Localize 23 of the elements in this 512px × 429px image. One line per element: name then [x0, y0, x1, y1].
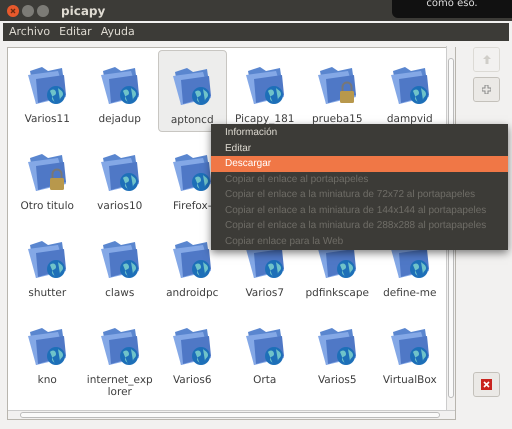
- folder-label: Varios7: [244, 287, 286, 299]
- folder-label: Orta: [252, 374, 278, 386]
- folder-label: VirtualBox: [382, 374, 438, 386]
- window-title: picapy: [61, 2, 106, 20]
- folder-label: aptoncd: [170, 114, 215, 126]
- folder-label: dejadup: [98, 113, 142, 125]
- folder-label: varios10: [96, 200, 144, 212]
- folder-label: dampvid: [386, 113, 434, 125]
- folder-label: kno: [36, 374, 58, 386]
- folder-label: pdfinkscape: [304, 287, 370, 299]
- folder-label: Firefox-: [172, 200, 213, 212]
- folder-label: Picapy_181: [234, 113, 296, 125]
- folder-label: androidpc: [165, 287, 220, 299]
- folder-label: Varios6: [172, 374, 213, 386]
- folder-label: define-me: [382, 287, 438, 299]
- folder-label: Varios5: [316, 374, 358, 386]
- folder-label: shutter: [27, 287, 68, 299]
- folder-label: Varios11: [24, 113, 71, 125]
- folder-label: internet_exp lorer: [86, 374, 154, 398]
- folder-label: prueba15: [310, 113, 364, 125]
- folder-label: Otro titulo: [20, 200, 75, 212]
- folder-label: claws: [104, 287, 136, 299]
- notification-text: como eso.: [426, 0, 478, 11]
